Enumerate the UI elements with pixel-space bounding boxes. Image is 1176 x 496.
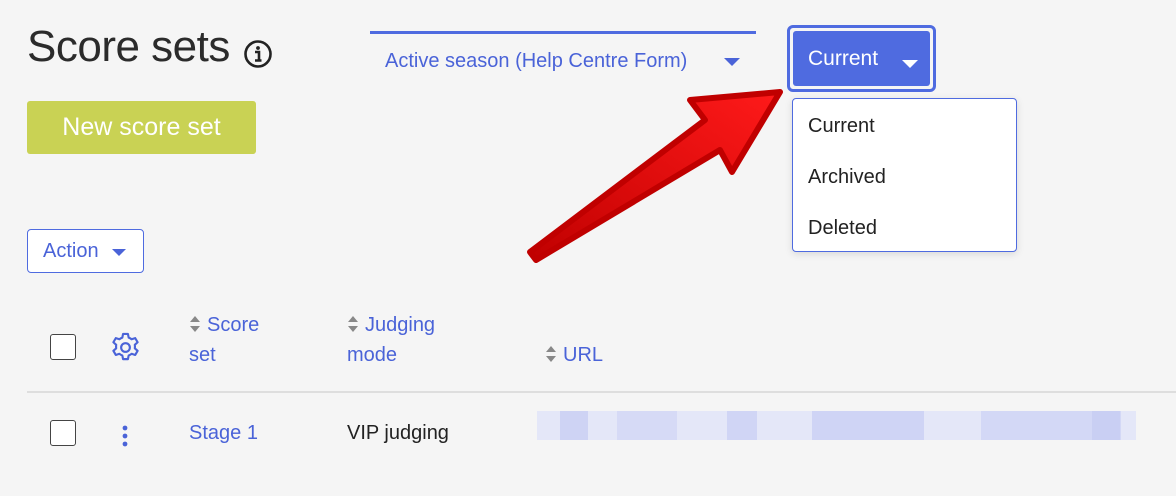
new-score-set-button[interactable]: New score set: [27, 101, 256, 154]
column-header-judging-mode[interactable]: Judging mode: [347, 310, 435, 370]
action-button-label: Action: [43, 239, 99, 262]
chevron-down-icon[interactable]: [723, 57, 741, 67]
judging-mode-cell: VIP judging: [347, 422, 449, 444]
gear-icon[interactable]: [110, 332, 141, 363]
column-header-label: Judging: [365, 314, 436, 336]
action-button[interactable]: Action: [27, 229, 144, 273]
kebab-menu-icon[interactable]: [122, 425, 128, 447]
status-dropdown-menu: Current Archived Deleted: [792, 98, 1017, 252]
column-header-label: URL: [563, 344, 604, 366]
table-header-divider: [27, 391, 1176, 393]
sort-icon: [348, 316, 358, 332]
chevron-down-icon: [112, 249, 126, 256]
column-header-label: set: [189, 344, 216, 366]
status-option-current[interactable]: Current: [808, 115, 875, 138]
status-filter-button[interactable]: Current: [787, 25, 936, 92]
column-header-url[interactable]: URL: [545, 340, 603, 370]
status-option-deleted[interactable]: Deleted: [808, 217, 877, 240]
sort-icon: [190, 316, 200, 332]
select-all-checkbox[interactable]: [50, 334, 76, 360]
annotation-arrow: [527, 89, 783, 263]
column-header-score-set[interactable]: Score set: [189, 310, 259, 370]
column-header-label: mode: [347, 344, 398, 366]
status-option-archived[interactable]: Archived: [808, 166, 886, 189]
chevron-down-icon[interactable]: [901, 59, 919, 69]
page-title: Score sets: [27, 22, 230, 71]
sort-icon: [546, 346, 556, 362]
score-set-link[interactable]: Stage 1: [189, 422, 258, 445]
season-filter-label[interactable]: Active season (Help Centre Form): [385, 50, 687, 73]
info-icon[interactable]: [243, 39, 273, 69]
column-header-label: Score: [207, 314, 260, 336]
row-checkbox[interactable]: [50, 420, 76, 446]
url-redacted: [537, 411, 1136, 440]
